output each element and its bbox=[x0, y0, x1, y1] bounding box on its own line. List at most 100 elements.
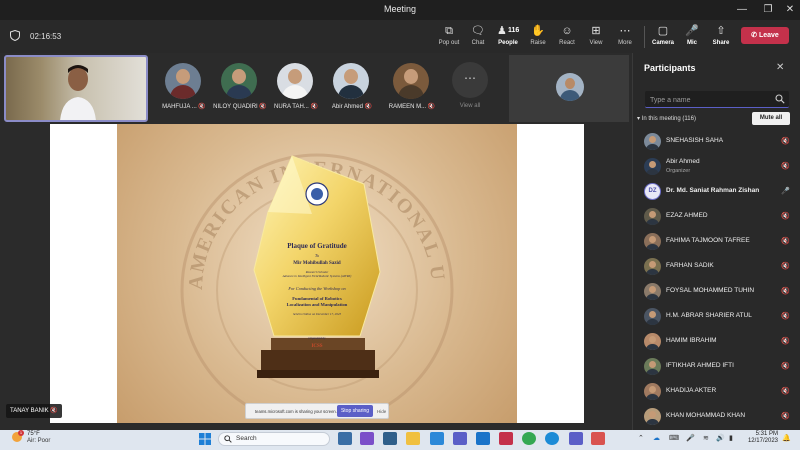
in-meeting-section[interactable]: ▾ In this meeting (116) bbox=[637, 115, 696, 122]
view-button[interactable]: ⊞ View bbox=[581, 25, 611, 51]
participant-row[interactable]: HAMIM IBRAHIM 🔇 bbox=[644, 331, 794, 353]
participant-tile[interactable]: Abir Ahmed 🔇 bbox=[318, 58, 386, 120]
leave-button[interactable]: ✆ Leave bbox=[741, 27, 789, 44]
participant-row[interactable]: IFTIKHAR AHMED IFTI 🔇 bbox=[644, 356, 794, 378]
share-icon: ⇧ bbox=[716, 25, 726, 37]
avatar bbox=[277, 63, 313, 99]
participant-row[interactable]: KHAN MOHAMMAD KHAN 🔇 bbox=[644, 406, 794, 428]
participant-name: MAHFUJA ... bbox=[162, 104, 197, 110]
panel-title: Participants bbox=[644, 63, 696, 73]
self-name-tag: TANAY BANIK 🔇 bbox=[6, 404, 62, 418]
file-explorer-icon[interactable] bbox=[406, 432, 420, 445]
mic-off-icon: 🔇 bbox=[781, 413, 790, 420]
close-icon[interactable]: ✕ bbox=[776, 62, 784, 73]
screenshot-app-icon[interactable] bbox=[591, 432, 605, 445]
mic-off-icon: 🔇 bbox=[781, 263, 790, 270]
powerpoint-app-icon[interactable] bbox=[499, 432, 513, 445]
mic-button[interactable]: 🎤 Mic bbox=[677, 25, 707, 51]
mic-off-icon: 🔇 bbox=[781, 363, 790, 370]
participant-name: SNEHASISH SAHA bbox=[666, 137, 724, 144]
avatar bbox=[221, 63, 257, 99]
chat-app-icon[interactable] bbox=[360, 432, 374, 445]
teams-app-icon[interactable] bbox=[383, 432, 397, 445]
participant-row[interactable]: DZ Dr. Md. Saniat Rahman Zishan 🎤 bbox=[644, 181, 794, 203]
self-video-tile[interactable] bbox=[4, 55, 148, 122]
react-button[interactable]: ☺ React bbox=[552, 25, 582, 51]
participant-name: EZAZ AHMED bbox=[666, 212, 708, 219]
plaque-title: Plaque of Gratitude bbox=[287, 242, 347, 250]
section-label: In this meeting (116) bbox=[641, 116, 696, 122]
participant-row[interactable]: H.M. ABRAR SHARIER ATUL 🔇 bbox=[644, 306, 794, 328]
mic-off-icon: 🔇 bbox=[781, 163, 790, 170]
participant-name: NILOY QUADIRI bbox=[213, 104, 258, 110]
notification-bell-icon[interactable]: 🔔 bbox=[782, 434, 791, 442]
pop-out-button[interactable]: ⧉ Pop out bbox=[434, 25, 464, 51]
battery-icon[interactable]: ▮ bbox=[729, 434, 733, 442]
avatar bbox=[556, 73, 584, 101]
pop-out-label: Pop out bbox=[438, 40, 460, 46]
phone-icon: ✆ bbox=[751, 32, 759, 39]
mic-tray-icon[interactable]: 🎤 bbox=[686, 434, 695, 442]
participant-search-input[interactable] bbox=[650, 95, 770, 105]
view-all-label: View all bbox=[459, 103, 481, 109]
share-button[interactable]: ⇧ Share bbox=[706, 25, 736, 51]
mute-all-button[interactable]: Mute all bbox=[752, 112, 790, 125]
minimize-icon[interactable]: — bbox=[728, 2, 756, 18]
avatar bbox=[644, 133, 661, 150]
keyboard-icon[interactable]: ⌨ bbox=[669, 434, 679, 442]
participant-name: Abir Ahmed bbox=[666, 158, 700, 165]
teams-classic-icon[interactable] bbox=[569, 432, 583, 445]
task-view-icon[interactable] bbox=[338, 432, 352, 445]
plaque-to: To bbox=[314, 253, 320, 258]
participant-name: KHAN MOHAMMAD KHAN bbox=[666, 412, 746, 419]
chat-button[interactable]: 🗨 Chat bbox=[463, 25, 493, 51]
clock-time[interactable]: 5:31 PM bbox=[754, 431, 778, 437]
close-window-icon[interactable]: ✕ bbox=[776, 2, 800, 18]
shared-slide: AMERICAN INTERNATIONAL UNIVERSITY Plaque… bbox=[117, 124, 517, 423]
participant-row[interactable]: SNEHASISH SAHA 🔇 bbox=[644, 131, 794, 153]
windows-start-icon[interactable] bbox=[199, 433, 211, 445]
more-button[interactable]: ⋯ More bbox=[610, 25, 640, 51]
toolbar-divider bbox=[644, 26, 645, 48]
search-icon[interactable] bbox=[775, 94, 785, 104]
participant-row[interactable]: EZAZ AHMED 🔇 bbox=[644, 206, 794, 228]
participant-row[interactable]: FOYSAL MOHAMMED TUHIN 🔇 bbox=[644, 281, 794, 303]
vs-app-icon[interactable] bbox=[453, 432, 467, 445]
chat-icon: 🗨 bbox=[471, 25, 485, 37]
taskbar-search-box[interactable] bbox=[218, 432, 330, 446]
chevron-up-icon[interactable]: ⌃ bbox=[638, 434, 644, 442]
cloud-icon[interactable]: ☁ bbox=[653, 434, 660, 442]
participant-name: H.M. ABRAR SHARIER ATUL bbox=[666, 312, 752, 319]
clock-date[interactable]: 12/17/2023 bbox=[742, 438, 778, 444]
volume-icon[interactable]: 🔊 bbox=[716, 434, 725, 442]
mic-label: Mic bbox=[686, 40, 697, 46]
hide-button[interactable]: Hide bbox=[377, 409, 386, 414]
participant-row[interactable]: FAHIMA TAJMOON TAFREE 🔇 bbox=[644, 231, 794, 253]
taskbar-search-label: Search bbox=[236, 435, 257, 442]
participant-row[interactable]: KHADIJA AKTER 🔇 bbox=[644, 381, 794, 403]
weather-badge: 1 bbox=[18, 430, 24, 436]
mic-off-icon: 🔇 bbox=[781, 313, 790, 320]
mic-off-icon: 🔇 bbox=[781, 213, 790, 220]
share-label: Share bbox=[712, 40, 730, 46]
participant-tile[interactable]: RAMEEN M... 🔇 bbox=[378, 58, 446, 120]
stop-sharing-button[interactable]: Stop sharing bbox=[337, 405, 373, 417]
camera-button[interactable]: ▢ Camera bbox=[648, 25, 678, 51]
participant-name: IFTIKHAR AHMED IFTI bbox=[666, 362, 734, 369]
view-all-button[interactable]: ⋯ bbox=[452, 62, 488, 98]
taskbar bbox=[0, 430, 800, 450]
store-app-icon[interactable] bbox=[430, 432, 444, 445]
weather-description[interactable]: Air: Poor bbox=[27, 438, 50, 444]
wifi-icon[interactable]: ≋ bbox=[703, 434, 709, 442]
participant-row[interactable]: FARHAN SADIK 🔇 bbox=[644, 256, 794, 278]
participant-name: FAHIMA TAJMOON TAFREE bbox=[666, 237, 750, 244]
plaque-workshop: Localization and Manipulation bbox=[286, 302, 348, 307]
mail-app-icon[interactable] bbox=[476, 432, 490, 445]
mic-off-icon: 🔇 bbox=[427, 104, 436, 110]
raise-hand-button[interactable]: ✋ Raise bbox=[523, 25, 553, 51]
edge-app-icon[interactable] bbox=[545, 432, 559, 445]
participant-video bbox=[60, 65, 96, 120]
weather-temperature[interactable]: 75°F bbox=[27, 431, 40, 437]
participant-row[interactable]: Abir Ahmed Organizer 🔇 bbox=[644, 156, 794, 178]
chrome-app-icon[interactable] bbox=[522, 432, 536, 445]
